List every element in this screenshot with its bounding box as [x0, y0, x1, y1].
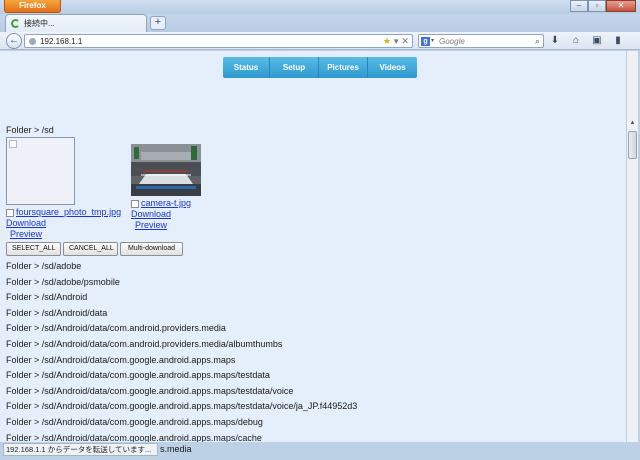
folder-link[interactable]: Folder > /sd/Android/data/com.google.and…	[6, 399, 606, 415]
multi-download-button[interactable]: Multi-download	[120, 242, 183, 256]
folder-link[interactable]: Folder > /sd/Android/data/com.google.and…	[6, 384, 606, 400]
preview-link[interactable]: Preview	[131, 220, 201, 231]
file-name-row: foursquare_photo_tmp.jpg	[6, 207, 121, 218]
stop-icon[interactable]: ✕	[401, 36, 409, 47]
bookmarks-icon[interactable]: ▮	[611, 34, 625, 47]
folder-link[interactable]: Folder > /sd/Android/data/com.android.pr…	[6, 321, 606, 337]
vertical-scrollbar[interactable]: ▲	[626, 51, 638, 442]
loading-spinner-icon	[11, 19, 20, 28]
status-bar: 192.168.1.1 からデータを転送しています...	[3, 443, 158, 456]
menu-item-pictures[interactable]: Pictures	[319, 57, 368, 78]
broken-image-icon	[9, 140, 17, 148]
selection-buttons: SELECT_ALL CANCEL_ALL Multi-download	[6, 242, 606, 257]
main-menu: Status Setup Pictures Videos	[223, 57, 417, 78]
download-icon[interactable]: ⬇	[548, 34, 562, 47]
current-folder: Folder > /sd	[6, 125, 54, 135]
google-engine-icon[interactable]: g	[421, 37, 430, 46]
firefox-menu-button[interactable]: Firefox	[4, 0, 61, 13]
title-bar: Firefox – ▫ ✕	[0, 0, 640, 14]
maximize-button[interactable]: ▫	[588, 0, 606, 12]
bookmark-star-icon[interactable]: ★	[383, 36, 391, 47]
search-magnifier-icon[interactable]: ⌕	[535, 36, 540, 47]
file-item: camera-t.jpg Download Preview	[131, 144, 201, 231]
menu-icon[interactable]: ▣	[590, 34, 604, 47]
cancel-all-button[interactable]: CANCEL_ALL	[63, 242, 118, 256]
menu-item-status[interactable]: Status	[223, 57, 270, 78]
broken-thumbnail[interactable]	[6, 137, 75, 205]
menu-item-setup[interactable]: Setup	[270, 57, 319, 78]
page-content: Status Setup Pictures Videos Folder > /s…	[0, 51, 626, 442]
menu-item-videos[interactable]: Videos	[368, 57, 417, 78]
toolbar-icons: ⬇ ⌂ ▣ ▮	[548, 34, 625, 47]
file-grid: foursquare_photo_tmp.jpg Download Previe…	[6, 137, 606, 242]
scroll-up-arrow-icon[interactable]: ▲	[627, 120, 638, 130]
tab-title: 接続中...	[24, 19, 55, 28]
folder-link[interactable]: Folder > /sd/Android/data/com.google.and…	[6, 353, 606, 369]
tab-bar: 接続中... +	[0, 14, 640, 32]
boxing-ring-image	[131, 144, 201, 196]
address-bar[interactable]: 192.168.1.1 ★ ▾ ✕	[24, 34, 413, 48]
folder-list: Folder > /sd/adobe Folder > /sd/adobe/ps…	[6, 259, 606, 442]
folder-link[interactable]: Folder > /sd/Android/data	[6, 306, 606, 322]
new-tab-button[interactable]: +	[150, 16, 166, 30]
preview-link[interactable]: Preview	[6, 229, 121, 240]
minimize-button[interactable]: –	[570, 0, 588, 12]
close-window-button[interactable]: ✕	[606, 0, 636, 12]
search-bar[interactable]: g ▾ Google ⌕	[418, 34, 544, 48]
tab-current[interactable]: 接続中...	[5, 14, 147, 32]
file-name-link[interactable]: foursquare_photo_tmp.jpg	[16, 207, 121, 218]
download-link[interactable]: Download	[131, 209, 201, 220]
folder-link[interactable]: Folder > /sd/Android/data/com.google.and…	[6, 415, 606, 431]
file-name-link[interactable]: camera-t.jpg	[141, 198, 191, 209]
navigation-bar: ← 192.168.1.1 ★ ▾ ✕ g ▾ Google ⌕ ⬇ ⌂ ▣ ▮	[0, 32, 640, 50]
file-browser: Folder > /sd foursquare_photo_tmp.jpg Do…	[6, 124, 606, 442]
file-name-row: camera-t.jpg	[131, 198, 201, 209]
scroll-thumb[interactable]	[628, 131, 637, 159]
engine-dropdown-icon[interactable]: ▾	[431, 37, 434, 44]
folder-link[interactable]: Folder > /sd/Android	[6, 290, 606, 306]
window-controls: – ▫ ✕	[570, 0, 636, 12]
home-icon[interactable]: ⌂	[569, 34, 583, 47]
folder-link[interactable]: Folder > /sd/adobe	[6, 259, 606, 275]
history-dropdown-icon[interactable]: ▾	[394, 36, 399, 47]
window-bottom-edge	[0, 456, 640, 460]
file-select-checkbox[interactable]	[131, 199, 139, 208]
folder-link[interactable]: Folder > /sd/Android/data/com.google.and…	[6, 431, 606, 442]
select-all-button[interactable]: SELECT_ALL	[6, 242, 61, 256]
file-item: foursquare_photo_tmp.jpg Download Previe…	[6, 137, 121, 240]
folder-link[interactable]: Folder > /sd/adobe/psmobile	[6, 275, 606, 291]
download-link[interactable]: Download	[6, 218, 121, 229]
site-identity-icon[interactable]	[29, 38, 36, 45]
folder-link[interactable]: Folder > /sd/Android/data/com.google.and…	[6, 368, 606, 384]
back-button[interactable]: ←	[6, 33, 22, 49]
photo-thumbnail[interactable]	[131, 144, 201, 196]
folder-link-partial[interactable]: s.media	[160, 443, 192, 456]
file-select-checkbox[interactable]	[6, 208, 14, 217]
url-text[interactable]: 192.168.1.1	[40, 37, 82, 46]
folder-link[interactable]: Folder > /sd/Android/data/com.android.pr…	[6, 337, 606, 353]
url-bar-icons: ★ ▾ ✕	[383, 36, 409, 47]
search-input[interactable]: Google	[439, 37, 465, 46]
